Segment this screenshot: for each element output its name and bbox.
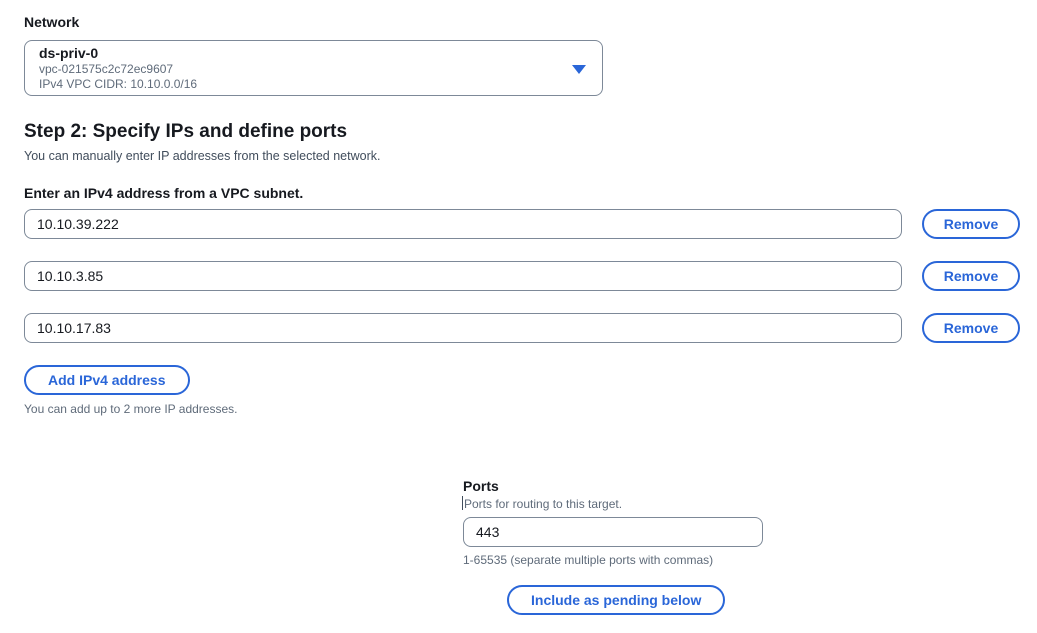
network-selected-cidr: IPv4 VPC CIDR: 10.10.0.0/16 xyxy=(39,77,568,92)
add-ip-helper-text: You can add up to 2 more IP addresses. xyxy=(24,402,237,416)
step2-description: You can manually enter IP addresses from… xyxy=(24,149,380,163)
text-cursor xyxy=(462,496,463,510)
ports-input[interactable] xyxy=(463,517,763,547)
ports-constraint-text: 1-65535 (separate multiple ports with co… xyxy=(463,553,713,567)
ports-label: Ports xyxy=(463,478,499,494)
network-label: Network xyxy=(24,14,79,30)
ipv4-address-input[interactable] xyxy=(24,261,902,291)
ipv4-address-input[interactable] xyxy=(24,313,902,343)
include-as-pending-button[interactable]: Include as pending below xyxy=(507,585,725,615)
network-selected-name: ds-priv-0 xyxy=(39,44,568,62)
ipv4-address-label: Enter an IPv4 address from a VPC subnet. xyxy=(24,185,303,201)
network-selected-vpc: vpc-021575c2c72ec9607 xyxy=(39,62,568,77)
add-ipv4-address-button[interactable]: Add IPv4 address xyxy=(24,365,190,395)
remove-button[interactable]: Remove xyxy=(922,209,1020,239)
ports-description: Ports for routing to this target. xyxy=(464,497,622,511)
step2-heading: Step 2: Specify IPs and define ports xyxy=(24,121,347,143)
network-select[interactable]: ds-priv-0 vpc-021575c2c72ec9607 IPv4 VPC… xyxy=(24,40,603,96)
remove-button[interactable]: Remove xyxy=(922,261,1020,291)
chevron-down-icon xyxy=(572,65,586,74)
register-targets-page: Network ds-priv-0 vpc-021575c2c72ec9607 … xyxy=(0,0,1037,633)
remove-button[interactable]: Remove xyxy=(922,313,1020,343)
ipv4-address-input[interactable] xyxy=(24,209,902,239)
